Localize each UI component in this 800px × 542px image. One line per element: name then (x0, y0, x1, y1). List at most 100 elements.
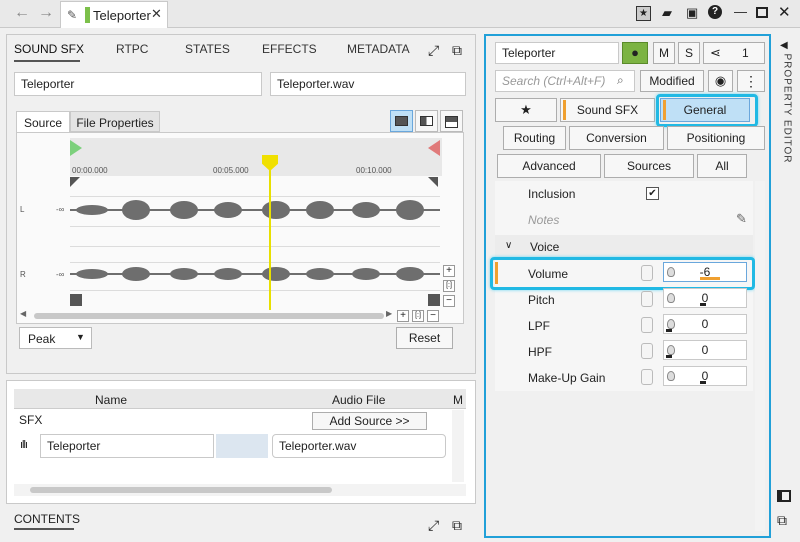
view-split-horizontal-button[interactable] (415, 110, 438, 132)
makeup-gain-slider[interactable]: 0 (663, 366, 747, 386)
pe-search-input[interactable]: Search (Ctrl+Alt+F) (495, 70, 635, 92)
tab-routing[interactable]: Routing (503, 126, 566, 150)
trim-start-marker[interactable] (70, 140, 82, 156)
tab-source[interactable]: Source (16, 111, 70, 133)
waveform-icon: ıllı (20, 439, 28, 451)
source-name-field[interactable]: Teleporter (40, 434, 214, 458)
pe-object-name[interactable]: Teleporter (495, 42, 619, 64)
tab-effects[interactable]: EFFECTS (262, 42, 317, 56)
reset-button[interactable]: Reset (396, 327, 453, 349)
side-popout-icon[interactable]: ⧉ (777, 512, 787, 529)
sources-horizontal-scrollbar[interactable] (14, 484, 466, 496)
waveform (70, 200, 440, 281)
scroll-thumb[interactable] (34, 313, 384, 319)
tab-favorites[interactable]: ★ (495, 98, 557, 122)
share-set-button[interactable]: ⋖ 1 (703, 42, 765, 64)
zoom-in-vertical-button[interactable]: + (443, 265, 455, 277)
meter-mode-select[interactable]: Peak ▼ (19, 327, 92, 349)
maximize-icon[interactable] (756, 7, 768, 18)
zoom-in-horizontal-button[interactable]: + (397, 310, 409, 322)
link-icon[interactable] (641, 317, 653, 333)
tab-close-icon[interactable]: ✕ (151, 6, 162, 22)
slider-knob[interactable] (666, 355, 672, 358)
help-icon[interactable]: ? (708, 5, 722, 19)
voice-group-label: Voice (530, 240, 560, 254)
prop-lpf-label: LPF (528, 319, 551, 333)
tab-advanced[interactable]: Advanced (497, 154, 601, 178)
pin-icon[interactable]: ★ (636, 6, 651, 21)
col-header-audio-file[interactable]: Audio File (332, 393, 385, 407)
more-options-icon[interactable]: ⋮ (737, 70, 765, 92)
hpf-value: 0 (701, 343, 709, 357)
link-icon[interactable] (641, 291, 653, 307)
tab-sound-sfx[interactable]: SOUND SFX (14, 42, 84, 56)
notes-field[interactable]: Notes (528, 213, 559, 227)
waveform-right-channel (70, 267, 440, 281)
property-list-scrollbar[interactable] (755, 181, 765, 531)
contents-popout-icon[interactable]: ⧉ (452, 517, 462, 534)
lpf-slider[interactable]: 0 (663, 314, 747, 334)
view-split-vertical-button[interactable] (440, 110, 463, 132)
folder-icon[interactable]: ▰ (662, 5, 672, 21)
zoom-out-horizontal-button[interactable]: − (427, 310, 439, 322)
col-header-more[interactable]: M (453, 393, 463, 407)
add-source-button[interactable]: Add Source >> (312, 412, 427, 430)
search-placeholder: Search (Ctrl+Alt+F) (502, 74, 606, 88)
slider-knob[interactable] (700, 303, 706, 306)
tab-file-properties[interactable]: File Properties (70, 111, 160, 132)
contents-expand-icon[interactable]: ⤢ (428, 517, 439, 534)
object-name-field[interactable]: Teleporter (14, 72, 262, 96)
expand-icon[interactable]: ⤢ (428, 42, 439, 59)
save-icon[interactable]: ▣ (686, 5, 698, 21)
tab-sources[interactable]: Sources (604, 154, 694, 178)
link-icon[interactable] (641, 369, 653, 385)
hpf-slider[interactable]: 0 (663, 340, 747, 360)
collapse-arrow-icon[interactable]: ◀ (780, 40, 788, 51)
chevron-down-icon[interactable]: ∨ (505, 240, 512, 251)
inclusion-checkbox[interactable]: ✔ (646, 187, 659, 200)
color-picker-icon[interactable]: ● (622, 42, 648, 64)
scroll-left-arrow-icon[interactable]: ◀ (20, 309, 26, 318)
time-label-0: 00:00.000 (72, 166, 108, 175)
col-header-name[interactable]: Name (95, 393, 127, 407)
prop-pitch-label: Pitch (528, 293, 555, 307)
minimize-icon[interactable]: — (734, 4, 747, 19)
pencil-icon[interactable]: ✎ (736, 211, 747, 227)
view-single-button[interactable] (390, 110, 413, 132)
popout-icon[interactable]: ⧉ (452, 42, 462, 59)
mute-button[interactable]: M (653, 42, 675, 64)
slider-knob[interactable] (700, 381, 706, 384)
source-row-highlight (216, 434, 268, 458)
tab-sound-sfx-properties[interactable]: Sound SFX (560, 98, 655, 122)
time-label-10: 00:10.000 (356, 166, 392, 175)
source-file-field[interactable]: Teleporter.wav (270, 72, 466, 96)
forward-arrow-icon[interactable]: → (38, 4, 54, 22)
sources-vertical-scrollbar[interactable] (452, 410, 464, 482)
waveform-left-channel (70, 200, 440, 220)
zoom-fit-horizontal-button[interactable]: [:] (412, 310, 424, 322)
back-arrow-icon[interactable]: ← (14, 4, 30, 22)
tab-conversion[interactable]: Conversion (569, 126, 664, 150)
slider-knob[interactable] (666, 329, 672, 332)
window-close-icon[interactable]: ✕ (778, 3, 791, 21)
scroll-right-arrow-icon[interactable]: ▶ (386, 309, 392, 318)
dock-layout-icon[interactable] (777, 490, 791, 502)
source-file-cell[interactable]: Teleporter.wav (272, 434, 446, 458)
solo-button[interactable]: S (678, 42, 700, 64)
tab-rtpc[interactable]: RTPC (116, 42, 148, 56)
zoom-out-vertical-button[interactable]: − (443, 295, 455, 307)
modified-filter-button[interactable]: Modified (640, 70, 704, 92)
tab-metadata[interactable]: METADATA (347, 42, 410, 56)
volume-highlight (490, 257, 755, 290)
eye-icon[interactable]: ◉ (708, 70, 733, 92)
pitch-slider[interactable]: 0 (663, 288, 747, 308)
sources-scroll-thumb[interactable] (30, 487, 332, 493)
tab-marker (563, 100, 566, 120)
horizontal-scrollbar[interactable]: ◀ ▶ (20, 309, 394, 322)
trim-end-marker[interactable] (428, 140, 440, 156)
tab-all[interactable]: All (697, 154, 747, 178)
link-icon[interactable] (641, 343, 653, 359)
zoom-fit-vertical-button[interactable]: [:] (443, 280, 455, 292)
tab-positioning[interactable]: Positioning (667, 126, 765, 150)
tab-states[interactable]: STATES (185, 42, 230, 56)
